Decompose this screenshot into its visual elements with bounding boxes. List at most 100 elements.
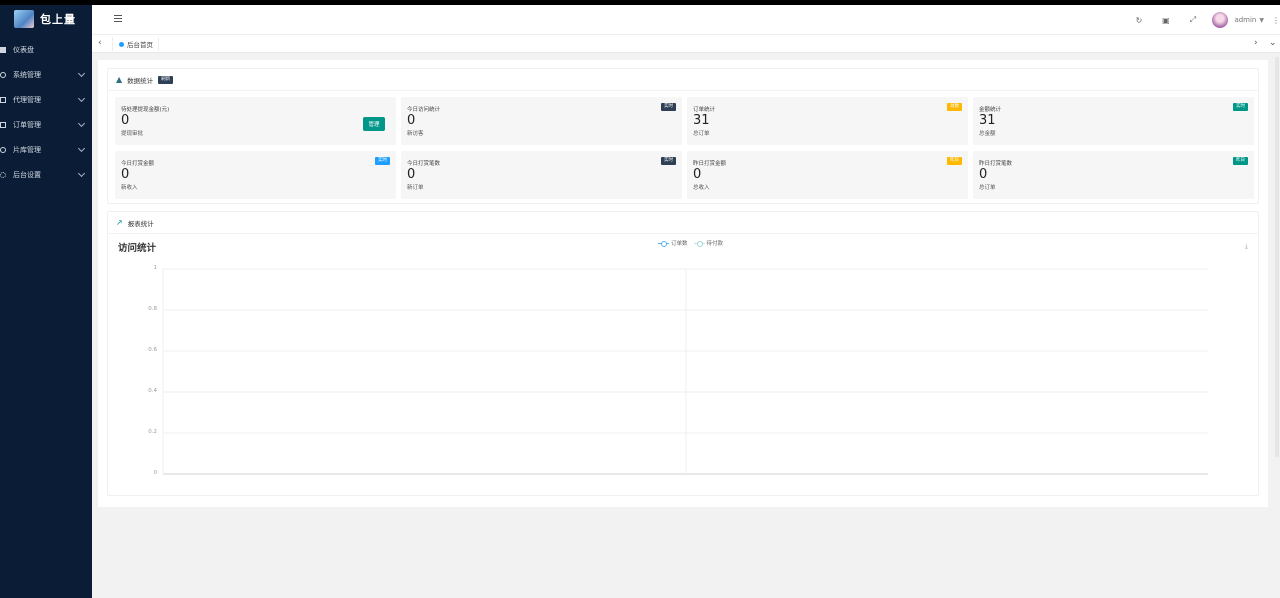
stat-sub: 新收入 — [121, 185, 138, 191]
tab-scroll-left-icon[interactable]: ‹ — [98, 38, 102, 48]
stat-pending-withdraw: 待处理提现金额(元) 0 提现审批 管理 — [115, 97, 396, 145]
stat-label: 昨日打赏金额 — [693, 161, 727, 167]
chevron-down-icon — [77, 169, 86, 178]
sidebar-item-orders[interactable]: 订单管理 — [0, 112, 92, 137]
sidebar-item-label: 后台设置 — [13, 170, 41, 179]
stats-card-header: ▲ 数据统计 刷新 — [108, 69, 1258, 91]
stat-label: 今日访问统计 — [407, 107, 441, 113]
refresh-icon[interactable]: ↻ — [1125, 16, 1152, 25]
manage-button[interactable]: 管理 — [363, 117, 385, 131]
logo-image — [14, 10, 34, 28]
sidebar-item-label: 系统管理 — [13, 70, 41, 79]
stat-amount: 金额统计 31 总金额 实时 — [973, 97, 1254, 145]
status-badge: 实时 — [661, 157, 676, 165]
clear-cache-icon[interactable]: ▣ — [1152, 16, 1179, 25]
y-tick-label: 0.4 — [148, 388, 157, 394]
stat-today-tip-amount: 今日打赏金额 0 新收入 实时 — [115, 151, 396, 199]
sidebar-item-system[interactable]: 系统管理 — [0, 62, 92, 87]
more-icon[interactable]: ⋮ — [1272, 16, 1280, 25]
stats-card-title: 数据统计 — [127, 76, 154, 85]
stat-sub: 新访客 — [407, 131, 424, 137]
top-header: ↻ ▣ ⤢ admin ▼ ⋮ — [92, 5, 1280, 35]
stat-sub: 总金额 — [979, 131, 996, 137]
stat-today-tip-count: 今日打赏笔数 0 新订单 实时 — [401, 151, 682, 199]
user-name[interactable]: admin — [1234, 16, 1256, 24]
chart-title: 访问统计 — [118, 243, 157, 254]
legend-item[interactable]: 待付款 — [693, 239, 724, 247]
header-toolbar: ↻ ▣ ⤢ admin ▼ ⋮ — [1125, 5, 1280, 35]
sidebar-item-label: 片库管理 — [13, 145, 41, 154]
y-tick-label: 0 — [153, 470, 158, 476]
stat-yesterday-tip-count: 昨日打赏笔数 0 总订单 昨日 — [973, 151, 1254, 199]
report-card: ↗ 报表统计 访问统计 订单数 待付款 ⤓ 1 0.8 0.6 0.4 0.2 0 — [107, 211, 1259, 496]
line-chart-icon: ↗ — [116, 218, 123, 227]
stat-sub: 新订单 — [407, 185, 424, 191]
y-tick-label: 0.2 — [148, 429, 157, 435]
status-badge: 昨日 — [947, 157, 962, 165]
page-tabs: ‹ 后台首页 › ⌄ — [92, 35, 1280, 53]
fullscreen-icon[interactable]: ⤢ — [1179, 15, 1206, 25]
stat-today-visits: 今日访问统计 0 新访客 实时 — [401, 97, 682, 145]
tab-label: 后台首页 — [127, 41, 153, 49]
stat-value: 0 — [407, 167, 416, 182]
agent-icon — [0, 96, 6, 103]
legend-marker — [658, 240, 669, 247]
chart-legend: 订单数 待付款 — [658, 239, 723, 247]
status-badge: 实时 — [375, 157, 390, 165]
stat-value: 0 — [407, 113, 416, 128]
dashboard-icon — [0, 46, 6, 53]
legend-label: 待付款 — [706, 241, 724, 247]
main-content: ▲ 数据统计 刷新 待处理提现金额(元) 0 提现审批 管理 今日访问统计 0 … — [98, 60, 1268, 507]
legend-item[interactable]: 订单数 — [658, 239, 688, 247]
chart-canvas — [162, 268, 1208, 475]
stat-sub: 总收入 — [693, 185, 710, 191]
logo[interactable]: 包上量 — [0, 5, 92, 33]
stat-value: 0 — [121, 113, 130, 128]
active-dot-icon — [119, 41, 124, 47]
stat-value: 31 — [979, 113, 996, 128]
y-tick-label: 1 — [153, 265, 158, 271]
sidebar-item-video-library[interactable]: 片库管理 — [0, 137, 92, 162]
stats-card: ▲ 数据统计 刷新 待处理提现金额(元) 0 提现审批 管理 今日访问统计 0 … — [107, 68, 1259, 204]
stat-label: 今日打赏金额 — [121, 161, 155, 167]
sidebar-item-dashboard[interactable]: 仪表盘 — [0, 37, 92, 62]
video-library-icon — [0, 146, 6, 153]
report-card-header: ↗ 报表统计 — [108, 212, 1258, 234]
sidebar-item-settings[interactable]: 后台设置 — [0, 162, 92, 187]
sidebar-item-label: 代理管理 — [13, 95, 41, 104]
scrollbar[interactable] — [1275, 57, 1279, 457]
status-badge: 实时 — [1233, 103, 1248, 111]
order-icon — [0, 121, 6, 128]
stat-value: 31 — [693, 113, 710, 128]
status-badge: 总数 — [947, 103, 962, 111]
chevron-down-icon — [77, 94, 86, 103]
logo-text: 包上量 — [40, 13, 76, 26]
sidebar-item-label: 仪表盘 — [13, 45, 34, 54]
stat-sub: 总订单 — [979, 185, 996, 191]
stat-label: 今日打赏笔数 — [407, 161, 441, 167]
stat-sub: 提现审批 — [121, 131, 144, 137]
gear-icon — [0, 71, 6, 78]
sidebar: 包上量 仪表盘 系统管理 代理管理 订单管理 片库管理 后台设置 — [0, 5, 92, 598]
report-card-title: 报表统计 — [127, 219, 154, 228]
stat-yesterday-tip-amount: 昨日打赏金额 0 总收入 昨日 — [687, 151, 968, 199]
menu-toggle-icon[interactable] — [114, 15, 122, 22]
y-tick-label: 0.6 — [148, 347, 157, 353]
stat-orders: 订单统计 31 总订单 总数 — [687, 97, 968, 145]
sidebar-item-agent[interactable]: 代理管理 — [0, 87, 92, 112]
tab-home[interactable]: 后台首页 — [112, 37, 159, 51]
chevron-down-icon — [77, 69, 86, 78]
download-icon[interactable]: ⤓ — [1245, 242, 1248, 251]
sidebar-item-label: 订单管理 — [13, 120, 41, 129]
stat-label: 金额统计 — [979, 107, 1002, 113]
legend-label: 订单数 — [671, 241, 688, 247]
tab-scroll-right-icon[interactable]: › — [1254, 38, 1258, 48]
avatar[interactable] — [1212, 12, 1229, 28]
refresh-badge[interactable]: 刷新 — [158, 75, 174, 84]
tab-menu-icon[interactable]: ⌄ — [1269, 38, 1277, 48]
legend-marker — [693, 240, 705, 247]
chevron-down-icon[interactable]: ▼ — [1259, 17, 1264, 24]
stat-sub: 总订单 — [693, 131, 710, 137]
warning-icon: ▲ — [116, 75, 123, 84]
stat-label: 待处理提现金额(元) — [121, 107, 170, 113]
